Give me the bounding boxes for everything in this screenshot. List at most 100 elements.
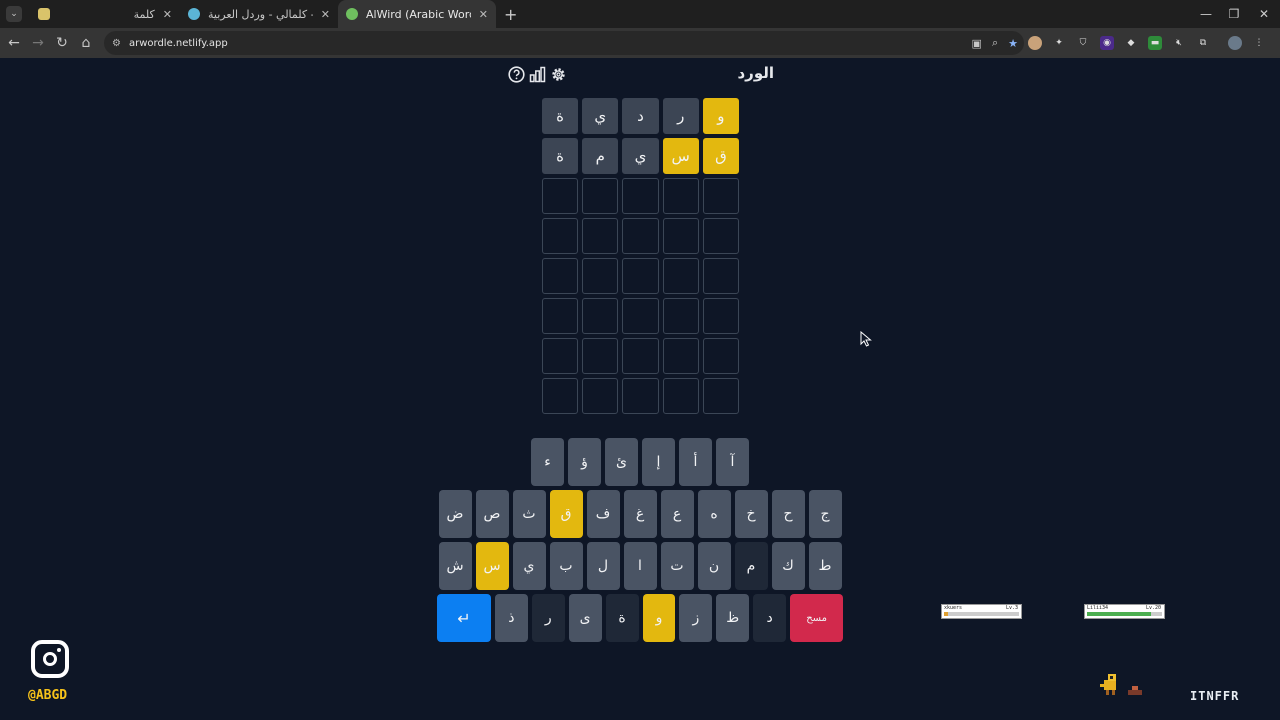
key[interactable]: ي — [512, 542, 546, 590]
board-tile: ي — [582, 98, 619, 134]
home-icon[interactable]: ⌂ — [74, 31, 98, 55]
new-tab-icon[interactable]: + — [504, 5, 517, 24]
tab-title: AlWird (Arabic Wordle) - الورد — [366, 7, 471, 21]
key[interactable]: ج — [808, 490, 842, 538]
extension-icon[interactable] — [1028, 36, 1042, 50]
key[interactable]: ف — [586, 490, 620, 538]
tab-alwird[interactable]: AlWird (Arabic Wordle) - الورد ✕ — [338, 0, 496, 28]
board-tile — [582, 178, 619, 214]
forward-icon[interactable]: → — [26, 31, 50, 55]
board-tile — [541, 338, 579, 374]
key[interactable]: ت — [660, 542, 694, 590]
extension-icon[interactable]: ◉ — [1100, 36, 1114, 50]
board-tile — [622, 178, 659, 214]
extension-icon[interactable]: ▬ — [1148, 36, 1162, 50]
extensions-area: ✦ ⛉ ◉ ◆ ▬ 🔇︎ ⧉ ⋮ — [1028, 31, 1266, 55]
key[interactable]: ن — [697, 542, 731, 590]
board-tile — [662, 258, 699, 294]
hp-bar-track — [944, 612, 1019, 616]
key[interactable]: ش — [438, 542, 472, 590]
key[interactable]: ذ — [494, 594, 528, 642]
tab-kalmali[interactable]: كلمالي - وردل العربية - aly.com ✕ — [180, 0, 338, 28]
key[interactable]: إ — [642, 438, 675, 486]
puzzle-icon[interactable]: ⧉ — [1196, 36, 1210, 50]
key[interactable]: ح — [771, 490, 805, 538]
zoom-icon[interactable]: ⌕ — [992, 36, 998, 50]
key[interactable]: آ — [716, 438, 749, 486]
key[interactable]: ر — [531, 594, 565, 642]
key[interactable]: ع — [660, 490, 694, 538]
stats-icon[interactable] — [528, 65, 546, 83]
kebab-menu-icon[interactable]: ⋮ — [1252, 36, 1266, 50]
board-tile — [622, 218, 659, 254]
board-tile — [582, 298, 619, 334]
board-tile: س — [662, 138, 699, 174]
diamond-icon[interactable]: ◆ — [1124, 36, 1138, 50]
settings-gear-icon[interactable] — [549, 65, 567, 83]
tab-kalma[interactable]: كلمة ✕ — [30, 0, 180, 28]
player-level: Lv.3 — [1005, 605, 1018, 611]
close-icon[interactable]: ✕ — [163, 8, 172, 21]
key[interactable]: ك — [771, 542, 805, 590]
key[interactable]: ل — [586, 542, 620, 590]
key[interactable]: ط — [808, 542, 842, 590]
key[interactable]: ء — [531, 438, 564, 486]
close-icon[interactable]: ✕ — [321, 8, 330, 21]
key[interactable]: ئ — [605, 438, 638, 486]
on-screen-keyboard: آ أ إ ئ ؤ ء ج ح خ ه ع غ ف ق ث ص ض ط ك م ن ت ا ل ب ي س ش مسح د ظ ز و ة ى ر ذ ↵ — [437, 438, 843, 646]
bookmark-star-icon[interactable]: ★ — [1008, 37, 1018, 50]
social-handle: @ABGD — [28, 688, 68, 703]
board-tile: ة — [541, 138, 579, 174]
key[interactable]: ز — [679, 594, 713, 642]
board-tile — [541, 298, 579, 334]
address-bar[interactable]: ⚙ arwordle.netlify.app ▣ ⌕ ★ — [104, 31, 1024, 55]
hp-bar-fill — [1087, 612, 1151, 616]
key[interactable]: غ — [623, 490, 657, 538]
key[interactable]: ظ — [716, 594, 750, 642]
key[interactable]: ض — [438, 490, 472, 538]
key[interactable]: أ — [679, 438, 712, 486]
enter-key[interactable]: ↵ — [437, 594, 491, 642]
key[interactable]: ى — [568, 594, 602, 642]
back-icon[interactable]: ← — [2, 31, 26, 55]
install-app-icon[interactable]: ▣ — [972, 37, 982, 50]
close-icon[interactable]: ✕ — [479, 8, 488, 21]
window-close-icon[interactable]: ✕ — [1248, 0, 1280, 28]
key[interactable]: ا — [623, 542, 657, 590]
keyboard-row: مسح د ظ ز و ة ى ر ذ ↵ — [437, 594, 843, 642]
board-row — [541, 178, 739, 214]
site-info-icon[interactable]: ⚙ — [112, 38, 121, 49]
hp-bar-fill — [944, 612, 948, 616]
key[interactable]: ب — [549, 542, 583, 590]
key[interactable]: م — [734, 542, 768, 590]
key[interactable]: ه — [697, 490, 731, 538]
reload-icon[interactable]: ↻ — [50, 31, 74, 55]
key[interactable]: ق — [549, 490, 583, 538]
key[interactable]: ؤ — [568, 438, 601, 486]
board-tile: م — [582, 138, 619, 174]
instagram-logo-icon — [31, 640, 69, 678]
key[interactable]: ث — [512, 490, 546, 538]
key[interactable]: د — [753, 594, 787, 642]
tab-title: كلمالي - وردل العربية - aly.com — [208, 7, 313, 21]
mute-icon[interactable]: 🔇︎ — [1172, 36, 1186, 50]
key[interactable]: س — [475, 542, 509, 590]
url-text[interactable]: arwordle.netlify.app — [129, 38, 228, 49]
board-tile — [662, 218, 699, 254]
board-tile — [662, 338, 699, 374]
board-tile — [702, 178, 739, 214]
key[interactable]: ص — [475, 490, 509, 538]
board-tile: ي — [622, 138, 659, 174]
delete-key[interactable]: مسح — [790, 594, 843, 642]
shield-icon[interactable]: ⛉ — [1076, 36, 1090, 50]
extension-icon[interactable]: ✦ — [1052, 36, 1066, 50]
key[interactable]: و — [642, 594, 676, 642]
board-tile — [541, 218, 579, 254]
tab-search-button[interactable]: ⌄ — [6, 6, 22, 22]
key[interactable]: ة — [605, 594, 639, 642]
avatar[interactable] — [1228, 36, 1242, 50]
board-tile — [662, 378, 699, 414]
help-icon[interactable] — [507, 65, 525, 83]
key[interactable]: خ — [734, 490, 768, 538]
restore-icon[interactable]: ❐ — [1218, 0, 1250, 28]
